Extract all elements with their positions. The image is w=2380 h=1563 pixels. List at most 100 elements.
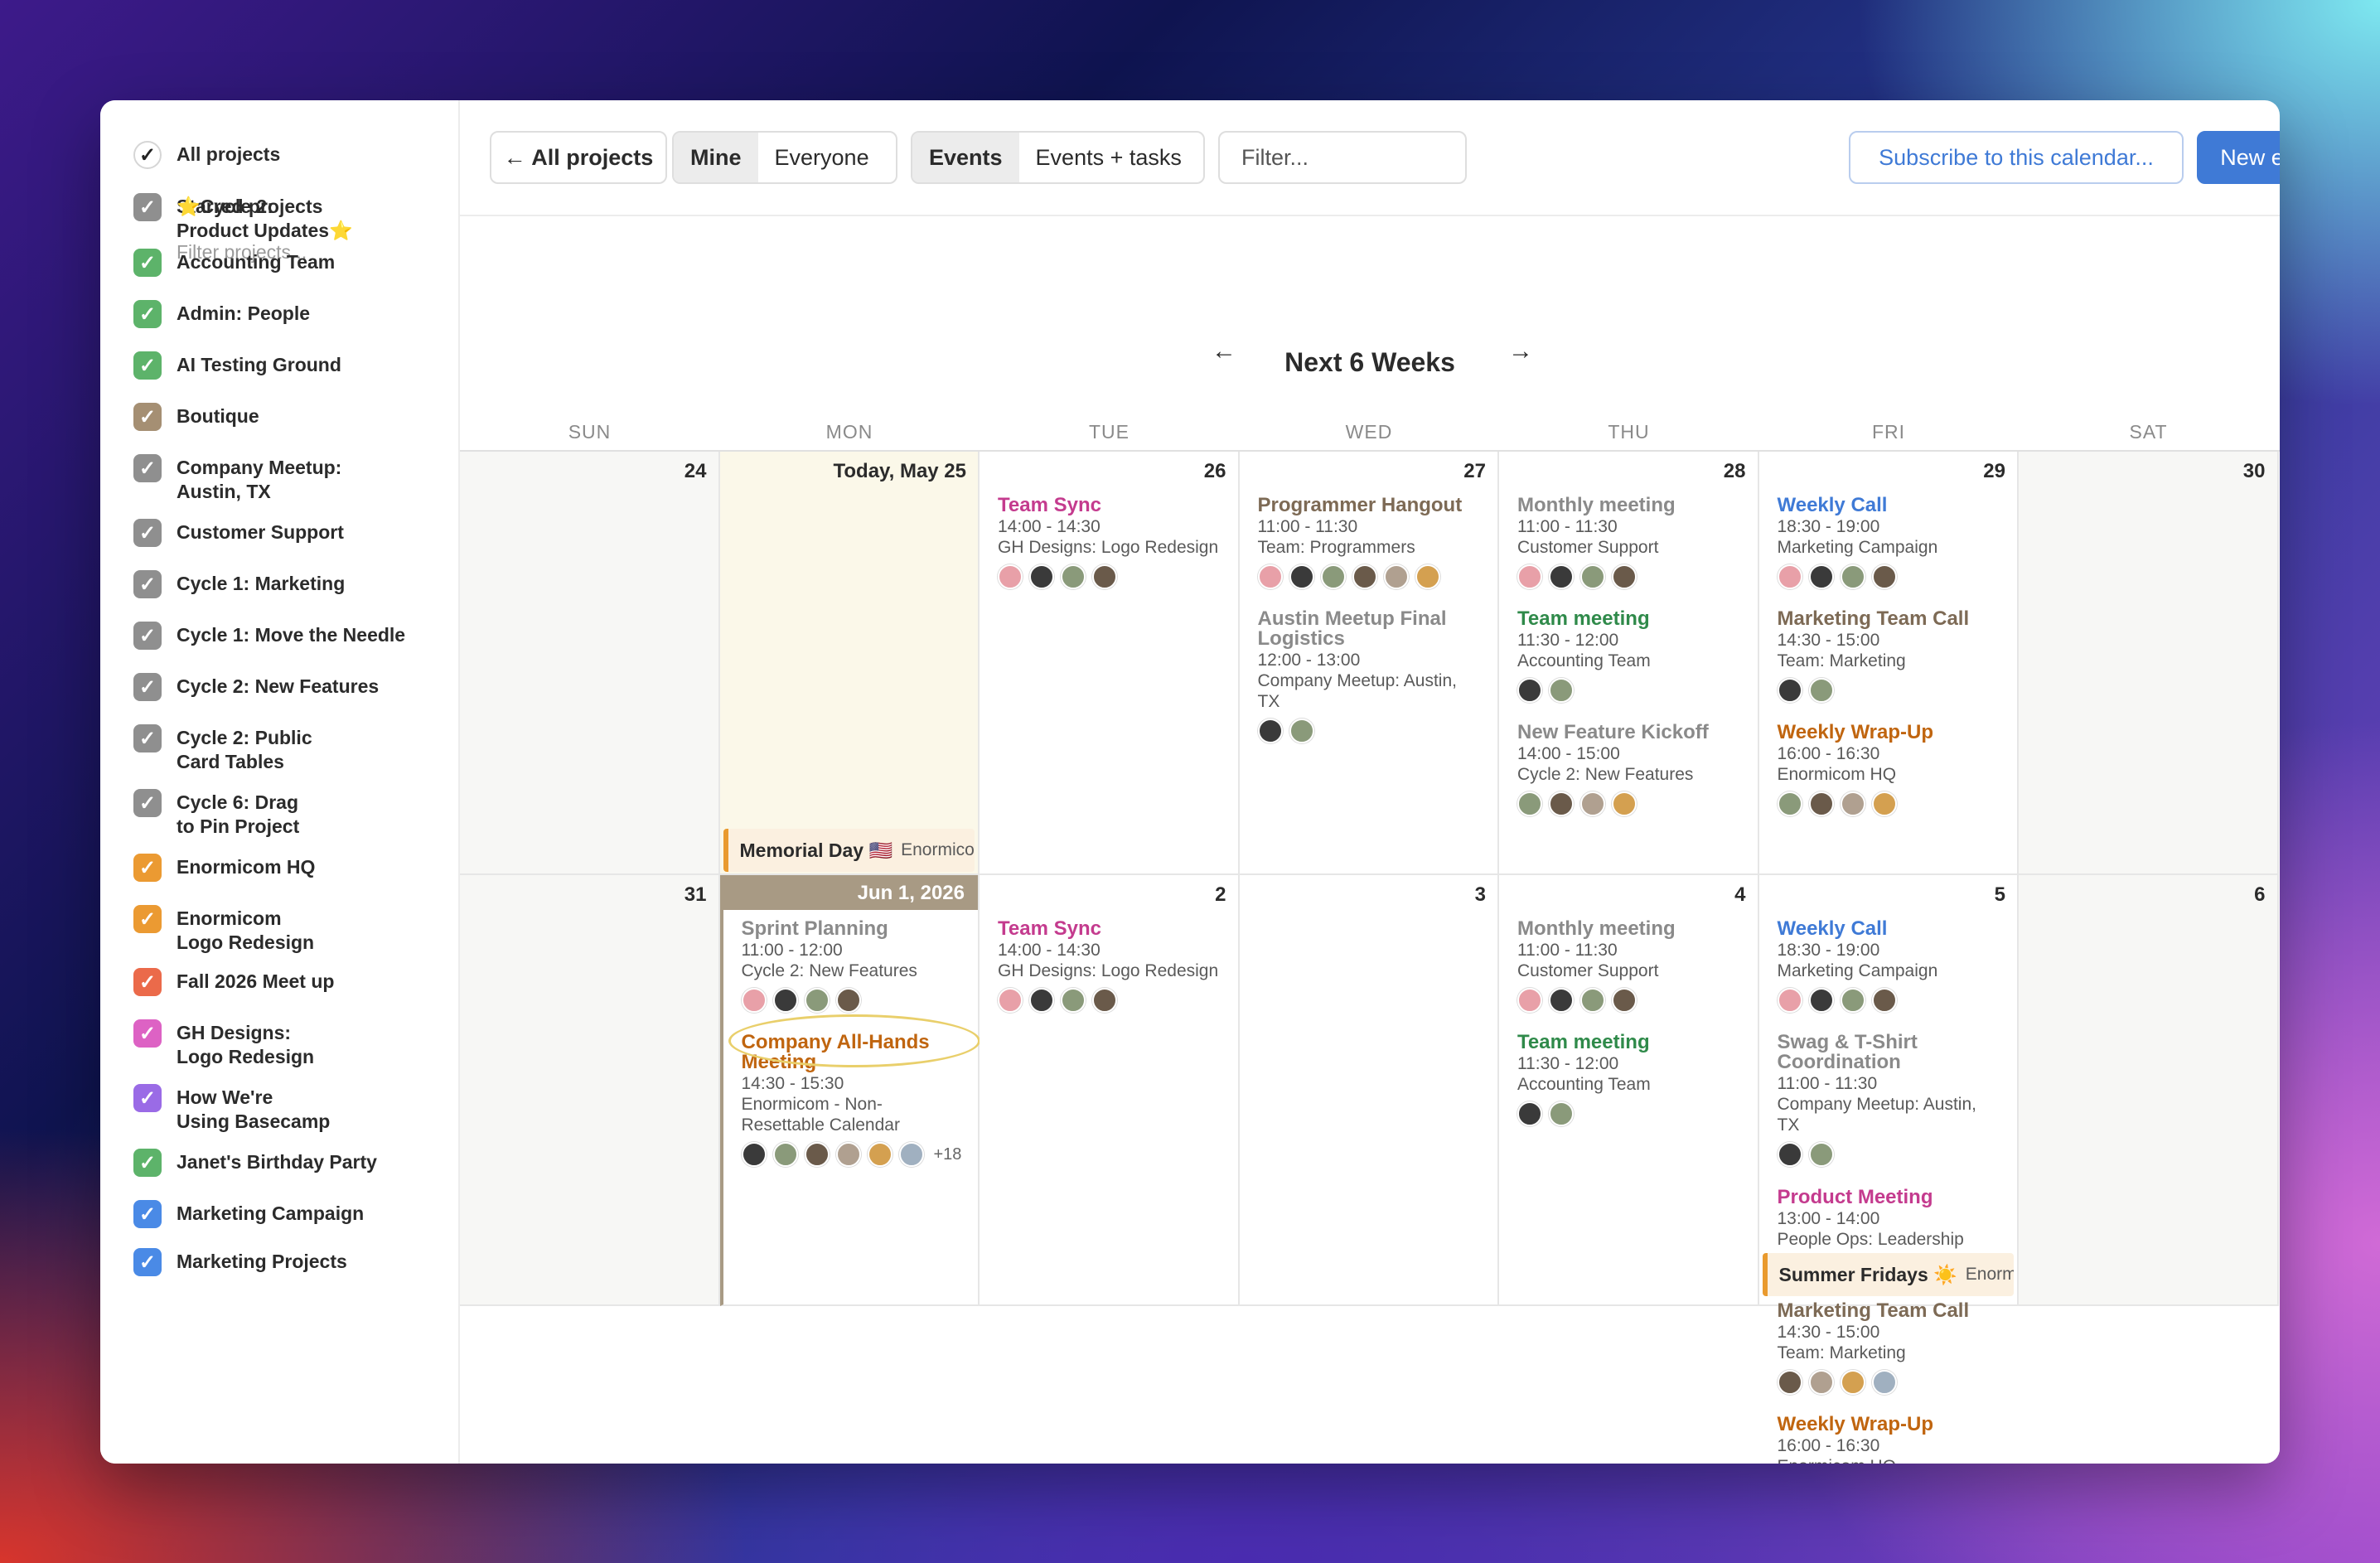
sidebar-project-item[interactable]: ✓ Cycle 2: New Features <box>133 673 379 701</box>
avatar[interactable] <box>1383 564 1409 589</box>
everyone-tab[interactable]: Everyone <box>758 133 886 182</box>
avatar[interactable] <box>772 1142 798 1167</box>
avatar[interactable] <box>1517 1101 1542 1126</box>
avatar[interactable] <box>1549 678 1574 703</box>
sidebar-project-item[interactable]: ✓ Cycle 2: Public Card Tables <box>133 724 312 774</box>
day-cell[interactable]: 29 Weekly Call 18:30 - 19:00 Marketing Camp… <box>1758 452 2019 875</box>
checkbox-icon[interactable]: ✓ <box>133 570 162 598</box>
events-tasks-tab[interactable]: Events + tasks <box>1019 133 1198 182</box>
new-event-button[interactable]: New event <box>2197 131 2280 184</box>
avatar[interactable] <box>1777 988 1802 1013</box>
checkbox-icon[interactable]: ✓ <box>133 854 162 882</box>
avatar[interactable] <box>1061 564 1086 589</box>
sidebar-project-item[interactable]: ✓ Janet's Birthday Party <box>133 1149 377 1177</box>
avatar[interactable] <box>1808 1370 1834 1395</box>
sidebar-project-item[interactable]: ✓ Admin: People <box>133 300 310 328</box>
avatar[interactable] <box>1517 564 1542 589</box>
avatar[interactable] <box>1289 719 1314 743</box>
checkbox-icon[interactable]: ✓ <box>133 403 162 431</box>
avatar[interactable] <box>1808 988 1834 1013</box>
avatar[interactable] <box>1061 988 1086 1013</box>
avatar[interactable] <box>1549 564 1574 589</box>
avatar[interactable] <box>772 988 798 1013</box>
avatar[interactable] <box>1289 564 1314 589</box>
checkbox-icon[interactable]: ✓ <box>133 249 162 277</box>
avatar[interactable] <box>998 988 1023 1013</box>
sidebar-project-item[interactable]: ✓ Accounting Team <box>133 249 335 277</box>
day-cell[interactable]: Jun 1, 2026 Sprint Planning 11:00 - 12:00 C… <box>719 875 980 1306</box>
day-cell[interactable]: 30 <box>2019 452 2279 875</box>
sidebar-project-item[interactable]: ✓ Company Meetup: Austin, TX <box>133 454 341 504</box>
avatar[interactable] <box>1580 988 1605 1013</box>
avatar[interactable] <box>1612 791 1637 816</box>
all-projects-button[interactable]: ← All projects <box>490 131 667 184</box>
sidebar-project-item[interactable]: ✓ Marketing Campaign <box>133 1200 364 1228</box>
sidebar-project-item[interactable]: ✓ Enormicom HQ <box>133 854 315 882</box>
avatar[interactable] <box>1808 678 1834 703</box>
avatar[interactable] <box>835 988 861 1013</box>
all-projects-option[interactable]: ✓ All projects <box>133 141 280 169</box>
events-tab[interactable]: Events <box>912 133 1019 182</box>
calendar-event[interactable]: Sprint Planning 11:00 - 12:00 Cycle 2: New… <box>741 918 970 1013</box>
sidebar-project-item[interactable]: ✓ Enormicom Logo Redesign <box>133 905 314 955</box>
day-cell[interactable]: 2 Team Sync 14:00 - 14:30 GH Designs: Logo … <box>980 875 1240 1306</box>
checkbox-icon[interactable]: ✓ <box>133 519 162 547</box>
avatar[interactable] <box>1777 564 1802 589</box>
next-arrow-icon[interactable]: → <box>1508 337 1533 365</box>
sidebar-project-item[interactable]: ✓ AI Testing Ground <box>133 351 341 380</box>
calendar-event[interactable]: New Feature Kickoff 14:00 - 15:00 Cycle 2:… <box>1517 722 1749 816</box>
checkbox-icon[interactable]: ✓ <box>133 1084 162 1112</box>
checkbox-icon[interactable]: ✓ <box>133 1149 162 1177</box>
calendar-event[interactable]: Austin Meetup Final Logistics 12:00 - 13:0… <box>1257 608 1490 743</box>
day-cell[interactable]: 6 <box>2019 875 2279 1306</box>
calendar-event[interactable]: Team meeting 11:30 - 12:00 Accounting Team <box>1517 1032 1749 1126</box>
avatar[interactable] <box>1580 564 1605 589</box>
avatar[interactable] <box>1320 564 1346 589</box>
avatar[interactable] <box>867 1142 892 1167</box>
avatar[interactable] <box>1777 1142 1802 1167</box>
checkbox-icon[interactable]: ✓ <box>133 193 162 221</box>
sidebar-project-item[interactable]: ✓ Fall 2026 Meet up <box>133 968 334 996</box>
day-cell[interactable]: Today, May 25 Memorial Day 🇺🇸 Enormicom HQ <box>719 452 980 875</box>
checkbox-icon[interactable]: ✓ <box>133 300 162 328</box>
avatar[interactable] <box>1092 564 1117 589</box>
calendar-event[interactable]: Weekly Call 18:30 - 19:00 Marketing Campai… <box>1777 495 2010 589</box>
day-cell[interactable]: 4 Monthly meeting 11:00 - 11:30 Customer Su… <box>1499 875 1759 1306</box>
avatar[interactable] <box>1257 719 1283 743</box>
avatar[interactable] <box>1549 1101 1574 1126</box>
avatar[interactable] <box>741 1142 767 1167</box>
calendar-event[interactable]: Team Sync 14:00 - 14:30 GH Designs: Logo R… <box>998 495 1230 589</box>
avatar[interactable] <box>998 564 1023 589</box>
calendar-event[interactable]: Marketing Team Call 14:30 - 15:00 Team: Ma… <box>1777 608 2010 703</box>
checkbox-icon[interactable]: ✓ <box>133 1200 162 1228</box>
sidebar-project-item[interactable]: ✓ How We're Using Basecamp <box>133 1084 330 1134</box>
checkbox-icon[interactable]: ✓ <box>133 724 162 752</box>
day-cell[interactable]: 24 <box>460 452 720 875</box>
day-cell[interactable]: 31 <box>460 875 720 1306</box>
avatar[interactable] <box>898 1142 924 1167</box>
calendar-event[interactable]: Team meeting 11:30 - 12:00 Accounting Team <box>1517 608 1749 703</box>
calendar-event[interactable]: Monthly meeting 11:00 - 11:30 Customer Sup… <box>1517 918 1749 1013</box>
more-attendees[interactable]: +18 <box>934 1145 962 1164</box>
avatar[interactable] <box>1808 1142 1834 1167</box>
avatar[interactable] <box>1808 791 1834 816</box>
sidebar-project-item[interactable]: ✓ Cycle 6: Drag to Pin Project <box>133 789 299 839</box>
avatar[interactable] <box>1840 564 1865 589</box>
sidebar-project-item[interactable]: ✓ Cycle 1: Move the Needle <box>133 622 405 650</box>
avatar[interactable] <box>1517 988 1542 1013</box>
avatar[interactable] <box>1777 791 1802 816</box>
calendar-event[interactable]: Weekly Wrap-Up16:00 - 16:30 Enormicom HQ <box>1777 722 2010 816</box>
sidebar-project-item[interactable]: ✓ Cycle 1: Marketing <box>133 570 345 598</box>
day-cell[interactable]: 26 Team Sync 14:00 - 14:30 GH Designs: Logo… <box>980 452 1240 875</box>
avatar[interactable] <box>835 1142 861 1167</box>
checkbox-icon[interactable]: ✓ <box>133 622 162 650</box>
checkbox-icon[interactable]: ✓ <box>133 1248 162 1276</box>
mine-tab[interactable]: Mine <box>674 133 758 182</box>
summer-fridays-banner[interactable]: Summer Fridays ☀️ Enormicom HQ <box>1762 1253 2014 1296</box>
calendar-event[interactable]: Marketing Team Call 14:30 - 15:00 Team: Ma… <box>1777 1300 2010 1395</box>
subscribe-button[interactable]: Subscribe to this calendar... <box>1849 131 2184 184</box>
avatar[interactable] <box>1352 564 1377 589</box>
day-cell[interactable]: 28 Monthly meeting 11:00 - 11:30 Customer S… <box>1499 452 1759 875</box>
day-cell[interactable]: 5 Weekly Call 18:30 - 19:00 Marketing Campa… <box>1758 875 2019 1464</box>
avatar[interactable] <box>1092 988 1117 1013</box>
